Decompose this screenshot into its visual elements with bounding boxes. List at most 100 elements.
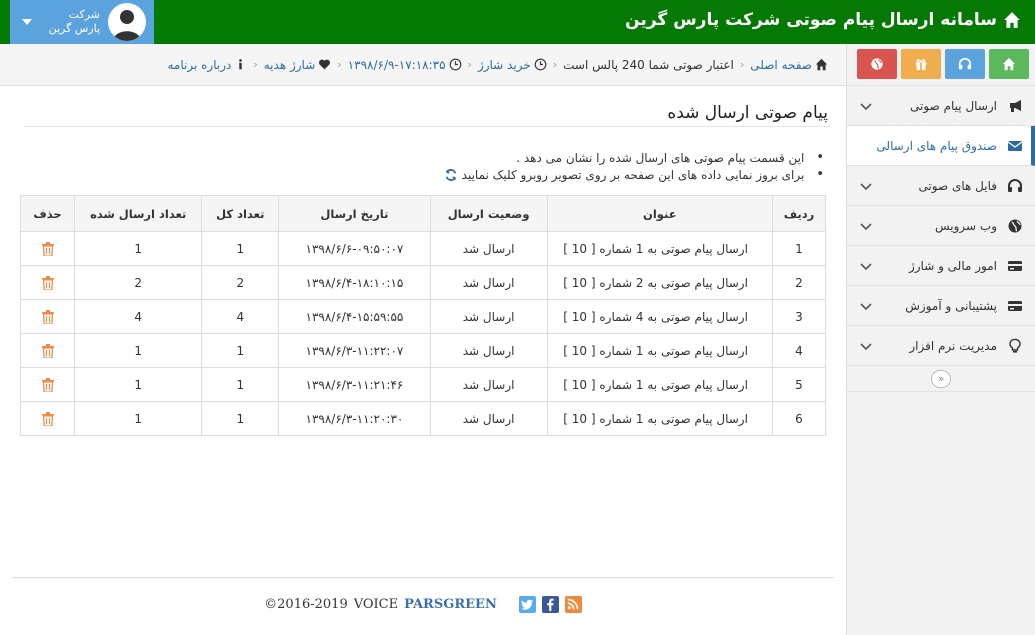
refresh-icon[interactable] <box>444 168 458 182</box>
twitter-icon[interactable] <box>518 595 536 613</box>
sidebar-collapse-button[interactable]: « <box>931 369 951 388</box>
quick-gift-button[interactable] <box>901 49 941 79</box>
cell-row-number: 2 <box>771 265 827 300</box>
cell-date: ۱۳۹۸/۶/۶-۰۹:۵۰:۰۷ <box>278 231 431 266</box>
cell-delete <box>19 367 76 402</box>
user-avatar-icon <box>108 3 146 41</box>
facebook-icon[interactable] <box>541 595 559 613</box>
breadcrumb-separator: ‹ <box>552 58 558 71</box>
headphones-icon <box>1005 178 1025 194</box>
table-row: 4 ارسال پیام صوتی به 1 شماره [ 10 ] ارسا… <box>19 333 827 368</box>
sidebar-item-support[interactable]: پشتیبانی و آموزش <box>847 286 1035 326</box>
sidebar: ارسال پیام صوتی صندوق پیام های ارسالی فا… <box>846 44 1035 635</box>
trash-icon[interactable] <box>41 275 54 290</box>
trash-icon[interactable] <box>41 343 54 358</box>
cell-row-number: 1 <box>771 231 827 266</box>
breadcrumb-gift-label: شارژ هدیه <box>263 57 316 72</box>
clock-icon <box>449 58 461 71</box>
cell-total: 2 <box>201 265 280 300</box>
col-header-title: عنوان <box>546 195 773 232</box>
cell-row-number: 5 <box>771 367 827 402</box>
breadcrumb-about[interactable]: درباره برنامه <box>167 58 247 72</box>
breadcrumb-about-label: درباره برنامه <box>167 57 232 72</box>
sidebar-item-voice-files[interactable]: فایل های صوتی <box>847 166 1035 206</box>
quick-headphones-button[interactable] <box>945 49 985 79</box>
breadcrumb-buy-charge[interactable]: خرید شارژ <box>478 58 547 72</box>
sidebar-item-software[interactable]: مدیریت نرم افزار <box>847 326 1035 366</box>
sidebar-item-label: امور مالی و شارژ <box>908 258 997 273</box>
user-line-1: شرکت <box>68 8 100 21</box>
cell-status: ارسال شد <box>429 367 548 402</box>
trash-icon[interactable] <box>41 377 54 392</box>
cell-title: ارسال پیام صوتی به 2 شماره [ 10 ] <box>546 265 773 300</box>
cell-status: ارسال شد <box>429 265 548 300</box>
sidebar-item-label: وب سرویس <box>934 218 997 233</box>
breadcrumb-credit: اعتبار صوتی شما 240 پالس است <box>563 57 734 72</box>
cell-status: ارسال شد <box>429 333 548 368</box>
quick-home-button[interactable] <box>989 49 1029 79</box>
credit-card-icon <box>1005 298 1025 314</box>
breadcrumb-buy-label: خرید شارژ <box>477 57 531 72</box>
top-bar: سامانه ارسال پیام صوتی شرکت پارس گرین شر… <box>0 0 1035 44</box>
breadcrumb-separator: ‹ <box>467 58 472 71</box>
cell-date: ۱۳۹۸/۶/۳-۱۱:۲۲:۰۷ <box>278 333 431 368</box>
breadcrumb-home[interactable]: صفحه اصلی <box>750 58 828 72</box>
footer-brand[interactable]: PARSGREEN <box>404 597 497 612</box>
heart-icon <box>319 59 331 70</box>
table-row: 2 ارسال پیام صوتی به 2 شماره [ 10 ] ارسا… <box>19 265 827 300</box>
quick-globe-button[interactable] <box>857 49 897 79</box>
chevron-down-icon <box>860 343 872 351</box>
note-item: این قسمت پیام صوتی های ارسال شده را نشان… <box>444 149 824 166</box>
chevron-down-icon <box>860 103 872 111</box>
sent-messages-table: ردیف عنوان وضعیت ارسال تاریخ ارسال تعداد… <box>19 195 827 436</box>
trash-icon[interactable] <box>41 309 54 324</box>
cell-date: ۱۳۹۸/۶/۴-۱۸:۱۰:۱۵ <box>278 265 431 300</box>
sidebar-item-finance[interactable]: امور مالی و شارژ <box>847 246 1035 286</box>
breadcrumb-separator: ‹ <box>337 58 342 71</box>
gift-icon <box>915 59 927 71</box>
cell-title: ارسال پیام صوتی به 4 شماره [ 10 ] <box>546 299 773 334</box>
cell-date: ۱۳۹۸/۶/۴-۱۵:۵۹:۵۵ <box>278 299 431 334</box>
user-line-2: پارس گرین <box>48 22 100 35</box>
col-header-status: وضعیت ارسال <box>429 195 548 232</box>
cell-row-number: 3 <box>771 299 827 334</box>
footer-copyright: ©2016-2019 <box>264 596 348 612</box>
col-header-row-number: ردیف <box>771 195 827 232</box>
clock-icon <box>534 58 547 71</box>
rss-icon[interactable] <box>564 595 582 613</box>
sidebar-item-label: صندوق پیام های ارسالی <box>876 138 997 153</box>
cell-delete <box>19 231 76 266</box>
cell-sent-count: 2 <box>74 265 203 300</box>
sidebar-item-send-voice[interactable]: ارسال پیام صوتی <box>847 86 1035 126</box>
note-item: برای بروز نمایی داده های این صفحه بر روی… <box>444 166 824 183</box>
sidebar-quick-buttons <box>847 44 1035 86</box>
cell-title: ارسال پیام صوتی به 1 شماره [ 10 ] <box>546 401 773 436</box>
breadcrumb-home-label: صفحه اصلی <box>750 57 812 72</box>
lightbulb-icon <box>1005 338 1025 354</box>
trash-icon[interactable] <box>41 241 54 256</box>
note-text: این قسمت پیام صوتی های ارسال شده را نشان… <box>516 150 805 165</box>
chevron-down-icon <box>860 303 872 311</box>
cell-total: 1 <box>201 231 280 266</box>
sidebar-item-web-service[interactable]: وب سرویس <box>847 206 1035 246</box>
user-menu[interactable]: شرکت پارس گرین <box>10 0 154 44</box>
envelope-icon <box>1005 138 1025 154</box>
footer-divider <box>12 577 834 578</box>
cell-sent-count: 4 <box>74 299 203 334</box>
cell-delete <box>19 265 76 300</box>
sidebar-item-label: مدیریت نرم افزار <box>909 338 997 353</box>
trash-icon[interactable] <box>41 411 54 426</box>
cell-total: 1 <box>201 333 280 368</box>
col-header-date: تاریخ ارسال <box>278 195 431 232</box>
cell-sent-count: 1 <box>74 333 203 368</box>
sidebar-item-sent-box[interactable]: صندوق پیام های ارسالی <box>847 126 1035 166</box>
main-content: پیام صوتی ارسال شده این قسمت پیام صوتی ه… <box>0 86 846 635</box>
bullhorn-icon <box>1005 98 1025 114</box>
cell-date: ۱۳۹۸/۶/۳-۱۱:۲۱:۴۶ <box>278 367 431 402</box>
cell-status: ارسال شد <box>429 401 548 436</box>
breadcrumb-gift-charge[interactable]: شارژ هدیه <box>264 58 332 72</box>
app-brand[interactable]: سامانه ارسال پیام صوتی شرکت پارس گرین <box>625 10 1021 30</box>
cell-delete <box>19 299 76 334</box>
user-company: شرکت پارس گرین <box>32 8 108 36</box>
cell-date: ۱۳۹۸/۶/۳-۱۱:۲۰:۳۰ <box>278 401 431 436</box>
